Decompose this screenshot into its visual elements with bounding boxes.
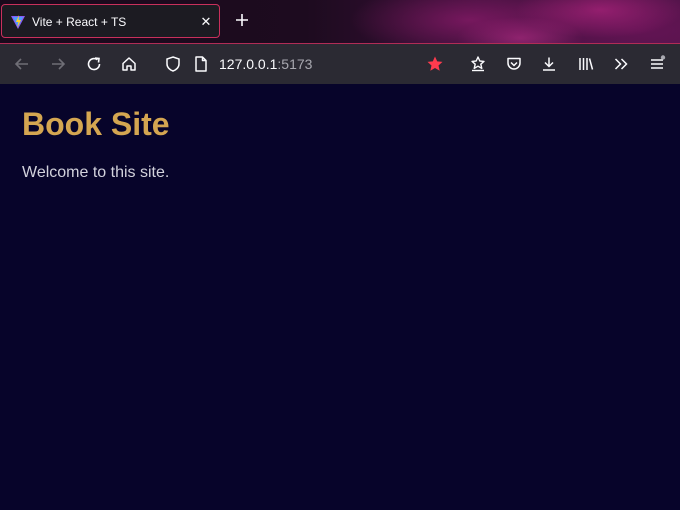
download-icon — [543, 57, 555, 71]
pocket-button[interactable] — [503, 53, 525, 75]
new-tab-button[interactable] — [232, 11, 252, 31]
page-info-button[interactable] — [190, 53, 212, 75]
close-icon[interactable]: ✕ — [198, 14, 214, 30]
url-host: 127.0.0.1 — [219, 56, 278, 72]
star-icon — [427, 56, 443, 71]
bookmark-button[interactable] — [424, 53, 446, 75]
forward-button[interactable] — [47, 53, 69, 75]
app-menu-button[interactable] — [646, 53, 668, 75]
reload-button[interactable] — [83, 53, 105, 75]
extensions-button[interactable] — [467, 53, 489, 75]
downloads-button[interactable] — [538, 53, 560, 75]
shield-icon — [166, 56, 180, 72]
navigation-toolbar: 127.0.0.1:5173 — [0, 43, 680, 84]
reload-icon — [87, 57, 101, 71]
welcome-text: Welcome to this site. — [22, 164, 170, 181]
pocket-icon — [507, 57, 521, 70]
back-arrow-icon — [14, 58, 28, 70]
library-button[interactable] — [575, 53, 597, 75]
forward-arrow-icon — [52, 58, 66, 70]
extension-icon — [471, 56, 485, 72]
home-button[interactable] — [118, 53, 140, 75]
tab-title: Vite + React + TS — [32, 15, 127, 29]
home-icon — [122, 57, 136, 71]
plus-icon — [236, 14, 248, 26]
page-title: Book Site — [22, 106, 170, 142]
tab-strip: Vite + React + TS ✕ — [0, 0, 680, 43]
url-field[interactable]: 127.0.0.1:5173 — [219, 56, 312, 72]
url-port: :5173 — [277, 56, 313, 72]
hamburger-menu-icon — [651, 55, 666, 69]
vite-logo-icon — [11, 15, 25, 29]
page-content: Book Site Welcome to this site. — [0, 84, 680, 510]
overflow-button[interactable] — [610, 53, 632, 75]
page-icon — [195, 56, 207, 72]
tracking-protection-button[interactable] — [162, 53, 184, 75]
back-button[interactable] — [11, 53, 33, 75]
library-icon — [579, 58, 594, 70]
chevrons-right-icon — [614, 58, 628, 70]
tab-active[interactable]: Vite + React + TS ✕ — [1, 4, 220, 38]
